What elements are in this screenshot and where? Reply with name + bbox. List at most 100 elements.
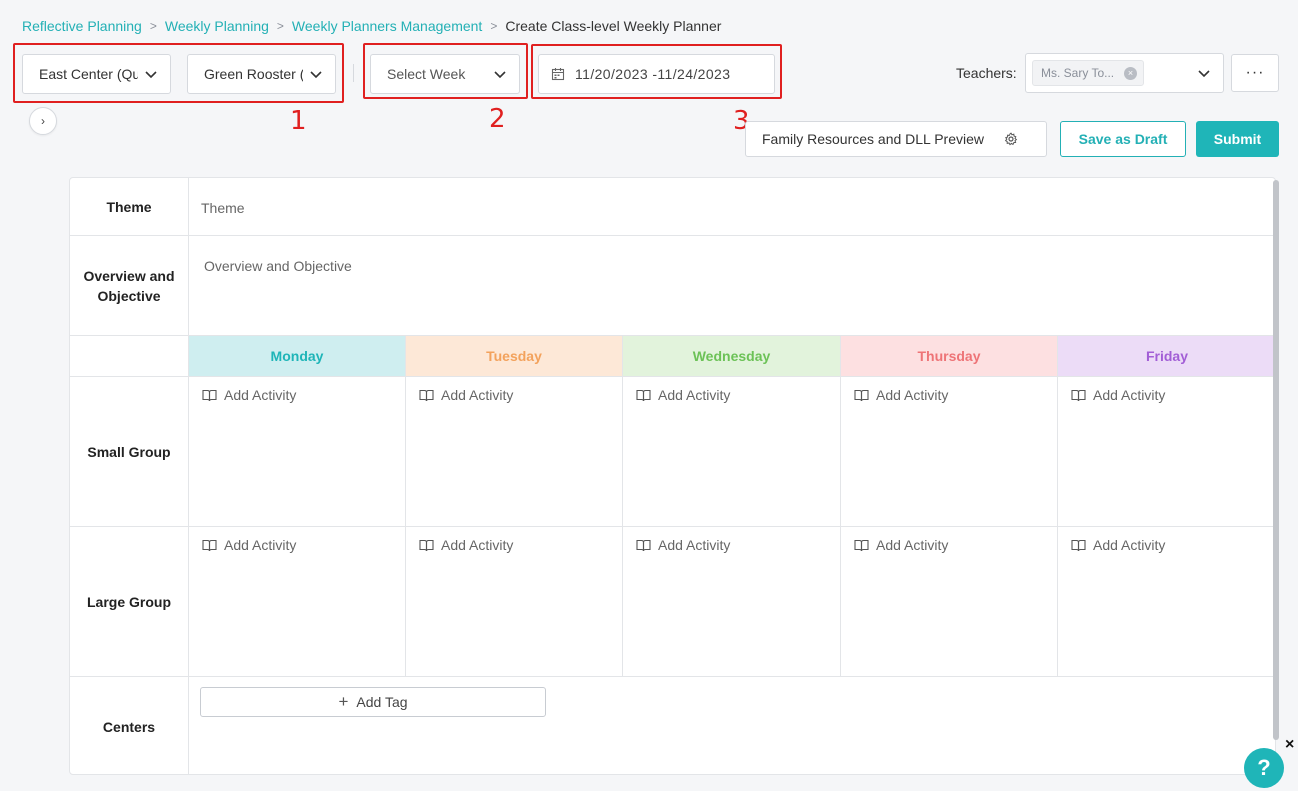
small-group-cell-tuesday: Add Activity: [406, 377, 623, 526]
chevron-down-icon: [310, 71, 322, 79]
days-header: Monday Tuesday Wednesday Thursday Friday: [189, 336, 1275, 376]
add-activity-label: Add Activity: [876, 537, 949, 553]
book-icon: [202, 539, 217, 551]
breadcrumb-weekly-planning[interactable]: Weekly Planning: [165, 18, 269, 34]
add-activity-label: Add Activity: [441, 537, 514, 553]
theme-input[interactable]: Theme: [189, 178, 1275, 235]
small-group-cell-thursday: Add Activity: [841, 377, 1058, 526]
annotation-label-1: 1: [290, 106, 307, 136]
add-activity-button[interactable]: Add Activity: [854, 537, 948, 553]
add-activity-button[interactable]: Add Activity: [1071, 387, 1165, 403]
add-activity-button[interactable]: Add Activity: [854, 387, 948, 403]
centers-content: + Add Tag: [189, 677, 1275, 774]
teachers-select[interactable]: Ms. Sary To... ×: [1025, 53, 1224, 93]
book-icon: [636, 389, 651, 401]
large-group-cells: Add Activity Add Activity Add Activity Add …: [189, 527, 1275, 676]
week-select-placeholder: Select Week: [387, 66, 466, 82]
add-activity-button[interactable]: Add Activity: [419, 387, 513, 403]
day-header-tuesday: Tuesday: [406, 336, 623, 376]
small-group-label: Small Group: [70, 377, 189, 526]
days-header-row: Monday Tuesday Wednesday Thursday Friday: [70, 336, 1275, 377]
small-group-cell-monday: Add Activity: [189, 377, 406, 526]
breadcrumb: Reflective Planning > Weekly Planning > …: [22, 17, 721, 35]
add-activity-label: Add Activity: [224, 387, 297, 403]
date-range-value: 11/20/2023 -11/24/2023: [575, 66, 731, 82]
chevron-down-icon: [145, 71, 157, 79]
save-draft-button[interactable]: Save as Draft: [1060, 121, 1186, 157]
preview-button-label: Family Resources and DLL Preview: [762, 131, 985, 147]
date-range-field[interactable]: 11/20/2023 -11/24/2023: [538, 54, 775, 94]
overview-input[interactable]: Overview and Objective: [189, 236, 1275, 335]
small-group-cell-friday: Add Activity: [1058, 377, 1275, 526]
book-icon: [419, 539, 434, 551]
large-group-cell-monday: Add Activity: [189, 527, 406, 676]
add-activity-label: Add Activity: [658, 537, 731, 553]
help-button[interactable]: ?: [1244, 748, 1284, 788]
large-group-cell-thursday: Add Activity: [841, 527, 1058, 676]
chevron-down-icon: [494, 71, 506, 79]
book-icon: [419, 389, 434, 401]
book-icon: [854, 389, 869, 401]
chevron-right-icon: >: [149, 19, 157, 33]
small-group-row: Small Group Add Activity Add Activity Add …: [70, 377, 1275, 527]
vertical-scrollbar[interactable]: [1273, 180, 1279, 740]
chevron-right-icon: >: [276, 19, 284, 33]
add-activity-button[interactable]: Add Activity: [636, 537, 730, 553]
add-activity-button[interactable]: Add Activity: [202, 387, 296, 403]
overview-label: Overview and Objective: [70, 236, 189, 335]
breadcrumb-current: Create Class-level Weekly Planner: [505, 18, 722, 34]
centers-row: Centers + Add Tag: [70, 677, 1275, 774]
close-icon[interactable]: ×: [1124, 66, 1137, 80]
week-select[interactable]: Select Week: [370, 54, 520, 94]
add-activity-button[interactable]: Add Activity: [636, 387, 730, 403]
small-group-cells: Add Activity Add Activity Add Activity Add …: [189, 377, 1275, 526]
add-activity-button[interactable]: Add Activity: [202, 537, 296, 553]
centers-label: Centers: [70, 677, 189, 774]
preview-button[interactable]: Family Resources and DLL Preview: [745, 121, 1047, 157]
divider: [353, 64, 354, 82]
calendar-icon: [551, 68, 565, 81]
add-activity-label: Add Activity: [441, 387, 514, 403]
days-header-corner: [70, 336, 189, 376]
chevron-right-icon: >: [490, 19, 498, 33]
class-select[interactable]: Green Rooster (: [187, 54, 336, 94]
add-activity-button[interactable]: Add Activity: [1071, 537, 1165, 553]
add-tag-button[interactable]: + Add Tag: [200, 687, 546, 717]
add-activity-label: Add Activity: [658, 387, 731, 403]
breadcrumb-reflective-planning[interactable]: Reflective Planning: [22, 18, 142, 34]
gear-icon: [1004, 132, 1018, 146]
teacher-chip-label: Ms. Sary To...: [1041, 66, 1115, 80]
large-group-cell-friday: Add Activity: [1058, 527, 1275, 676]
add-activity-label: Add Activity: [876, 387, 949, 403]
close-icon[interactable]: ×: [1285, 736, 1294, 754]
center-select[interactable]: East Center (Qu: [22, 54, 171, 94]
class-select-value: Green Rooster (: [204, 66, 303, 82]
breadcrumb-weekly-planners-management[interactable]: Weekly Planners Management: [292, 18, 482, 34]
teachers-label: Teachers:: [956, 65, 1017, 81]
plus-icon: +: [338, 692, 349, 711]
overview-row: Overview and Objective Overview and Obje…: [70, 236, 1275, 336]
weekly-planner-table: Theme Theme Overview and Objective Overv…: [69, 177, 1276, 775]
theme-row: Theme Theme: [70, 178, 1275, 236]
annotation-label-2: 2: [489, 104, 506, 134]
large-group-cell-wednesday: Add Activity: [623, 527, 841, 676]
day-header-wednesday: Wednesday: [623, 336, 841, 376]
add-activity-label: Add Activity: [1093, 387, 1166, 403]
book-icon: [1071, 389, 1086, 401]
large-group-cell-tuesday: Add Activity: [406, 527, 623, 676]
small-group-cell-wednesday: Add Activity: [623, 377, 841, 526]
day-header-monday: Monday: [189, 336, 406, 376]
book-icon: [202, 389, 217, 401]
teacher-chip: Ms. Sary To... ×: [1032, 60, 1144, 86]
add-activity-button[interactable]: Add Activity: [419, 537, 513, 553]
book-icon: [636, 539, 651, 551]
large-group-row: Large Group Add Activity Add Activity Add …: [70, 527, 1275, 677]
add-activity-label: Add Activity: [224, 537, 297, 553]
overview-placeholder: Overview and Objective: [204, 258, 352, 274]
more-options-button[interactable]: ···: [1231, 54, 1279, 92]
center-select-value: East Center (Qu: [39, 66, 138, 82]
day-header-friday: Friday: [1058, 336, 1275, 376]
submit-button[interactable]: Submit: [1196, 121, 1279, 157]
day-header-thursday: Thursday: [841, 336, 1058, 376]
chevron-right-icon[interactable]: ›: [29, 107, 57, 135]
